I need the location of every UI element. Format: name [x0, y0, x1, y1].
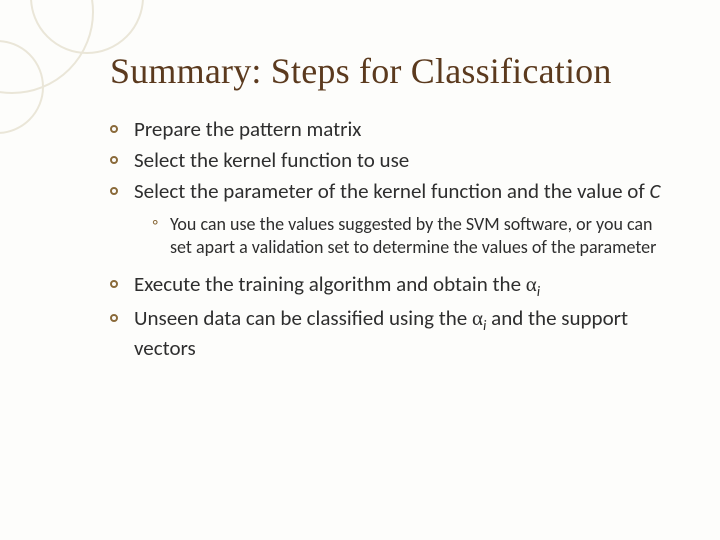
bullet-text: Execute the training algorithm and obtai…	[134, 271, 526, 297]
var-c: C	[650, 178, 661, 204]
alpha-symbol: α	[526, 272, 537, 296]
bullet-text: Select the parameter of the kernel funct…	[134, 178, 650, 204]
sub-bullet-text: You can use the values suggested by the …	[170, 213, 656, 258]
bullet-item-2: Select the kernel function to use	[110, 147, 665, 174]
bullet-text: Prepare the pattern matrix	[134, 116, 361, 142]
slide-title: Summary: Steps for Classification	[110, 50, 665, 92]
bullet-item-3: Select the parameter of the kernel funct…	[110, 178, 665, 259]
alpha-symbol: α	[472, 306, 483, 330]
slide-content: Summary: Steps for Classification Prepar…	[0, 0, 720, 540]
subscript-i: i	[537, 282, 540, 300]
sub-bullet-list: You can use the values suggested by the …	[134, 213, 665, 259]
bullet-item-5: Unseen data can be classified using the …	[110, 305, 665, 362]
bullet-item-1: Prepare the pattern matrix	[110, 116, 665, 143]
sub-bullet-item: You can use the values suggested by the …	[152, 213, 665, 259]
bullet-text: Select the kernel function to use	[134, 147, 409, 173]
bullet-text: Unseen data can be classified using the	[134, 305, 472, 331]
bullet-item-4: Execute the training algorithm and obtai…	[110, 271, 665, 301]
bullet-list: Prepare the pattern matrix Select the ke…	[110, 116, 665, 362]
